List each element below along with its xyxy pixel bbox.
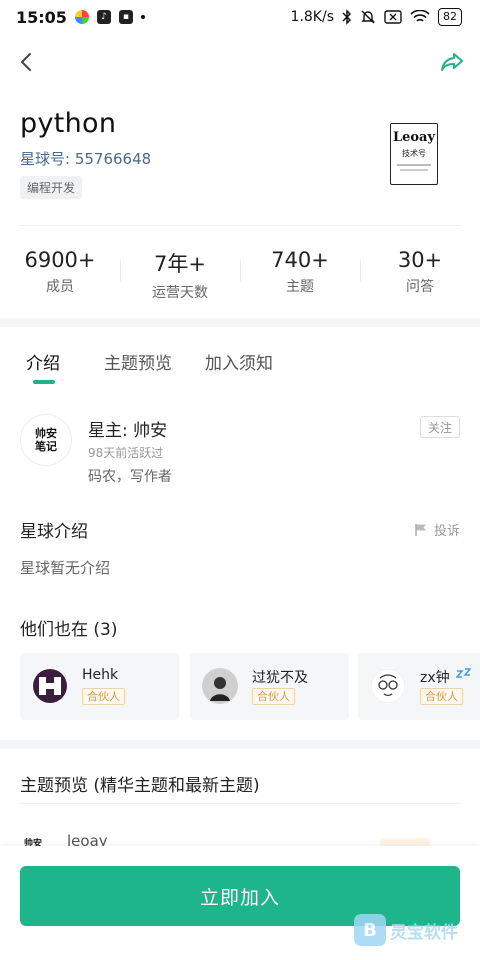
app-notification-icon: ▪	[118, 10, 133, 24]
partner-badge: 合伙人	[252, 688, 295, 705]
divider	[20, 803, 460, 804]
bluetooth-icon	[342, 9, 352, 25]
owner-name[interactable]: 星主: 帅安	[88, 416, 167, 441]
app-notification-icon	[74, 10, 89, 24]
also-members-title: 他们也在 (3)	[20, 620, 118, 640]
member-card[interactable]: Hehk 合伙人	[20, 653, 179, 720]
battery-indicator: 82	[438, 8, 462, 26]
owner-active-time: 98天前活跃过	[88, 446, 164, 460]
planet-logo: Leoay 技术号	[390, 123, 438, 185]
intro-title: 星球介绍	[20, 522, 88, 542]
member-card[interactable]: 过犹不及 合伙人	[190, 653, 349, 720]
active-tab-indicator	[33, 380, 55, 384]
member-avatar	[32, 668, 68, 704]
wifi-icon	[410, 10, 430, 22]
tab-intro[interactable]: 介绍	[26, 349, 60, 374]
sim-off-icon	[384, 10, 402, 24]
member-name: Hehk	[82, 667, 119, 683]
owner-avatar[interactable]: 帅安笔记	[20, 414, 72, 466]
category-tag[interactable]: 编程开发	[20, 176, 83, 199]
logo-subtitle: 技术号	[402, 149, 426, 158]
status-time: 15:05	[16, 7, 67, 27]
more-notifications-icon	[140, 15, 145, 19]
flag-icon	[415, 523, 426, 536]
status-bar: 15:05 ♪ ▪ 1.8K/s 82	[0, 0, 480, 34]
net-speed: 1.8K/s	[290, 9, 334, 25]
planet-title: python	[20, 108, 117, 139]
partner-badge: 合伙人	[82, 688, 125, 705]
follow-button[interactable]: 关注	[420, 416, 460, 438]
member-avatar	[202, 668, 238, 704]
report-button[interactable]: 投诉	[414, 520, 460, 539]
watermark-logo-icon: B	[354, 914, 386, 946]
divider	[20, 225, 460, 226]
member-avatar	[370, 668, 406, 704]
nav-bar	[0, 44, 480, 80]
intro-text: 星球暂无介绍	[20, 559, 111, 577]
sleep-zzz-icon	[456, 668, 472, 678]
owner-avatar-text: 帅安笔记	[35, 427, 57, 453]
tiktok-icon: ♪	[96, 10, 111, 24]
section-separator	[0, 740, 480, 749]
watermark-text: 灵宝软件	[390, 922, 458, 943]
member-name: 过犹不及	[252, 670, 308, 686]
tab-bar: 介绍 主题预览 加入须知	[0, 349, 480, 389]
stat-members: 6900+ 成员	[24, 248, 96, 295]
report-label: 投诉	[434, 524, 461, 539]
member-name: zx钟	[420, 670, 450, 686]
partner-badge: 合伙人	[420, 688, 463, 705]
stat-qa: 30+ 问答	[360, 248, 480, 300]
also-members-list: Hehk 合伙人 过犹不及 合伙人 zx钟 合伙人	[20, 653, 480, 720]
watermark: B 灵宝软件	[354, 912, 480, 948]
back-arrow-icon[interactable]	[16, 48, 40, 76]
section-separator	[0, 318, 480, 327]
stat-topics: 740+ 主题	[240, 248, 360, 300]
topic-preview-title: 主题预览 (精华主题和最新主题)	[20, 776, 260, 796]
planet-number: 星球号: 55766648	[20, 150, 152, 168]
member-card[interactable]: zx钟 合伙人	[358, 653, 480, 720]
tab-topic-preview[interactable]: 主题预览	[104, 349, 172, 374]
share-icon[interactable]	[438, 48, 466, 76]
logo-text: Leoay	[392, 130, 436, 145]
mute-icon	[361, 10, 375, 24]
owner-description: 码农，写作者	[88, 469, 172, 485]
tab-join-notice[interactable]: 加入须知	[205, 349, 273, 374]
stats-row: 6900+ 成员 7年+ 运营天数 740+ 主题 30+ 问答	[0, 248, 480, 301]
stat-days: 7年+ 运营天数	[120, 248, 240, 301]
